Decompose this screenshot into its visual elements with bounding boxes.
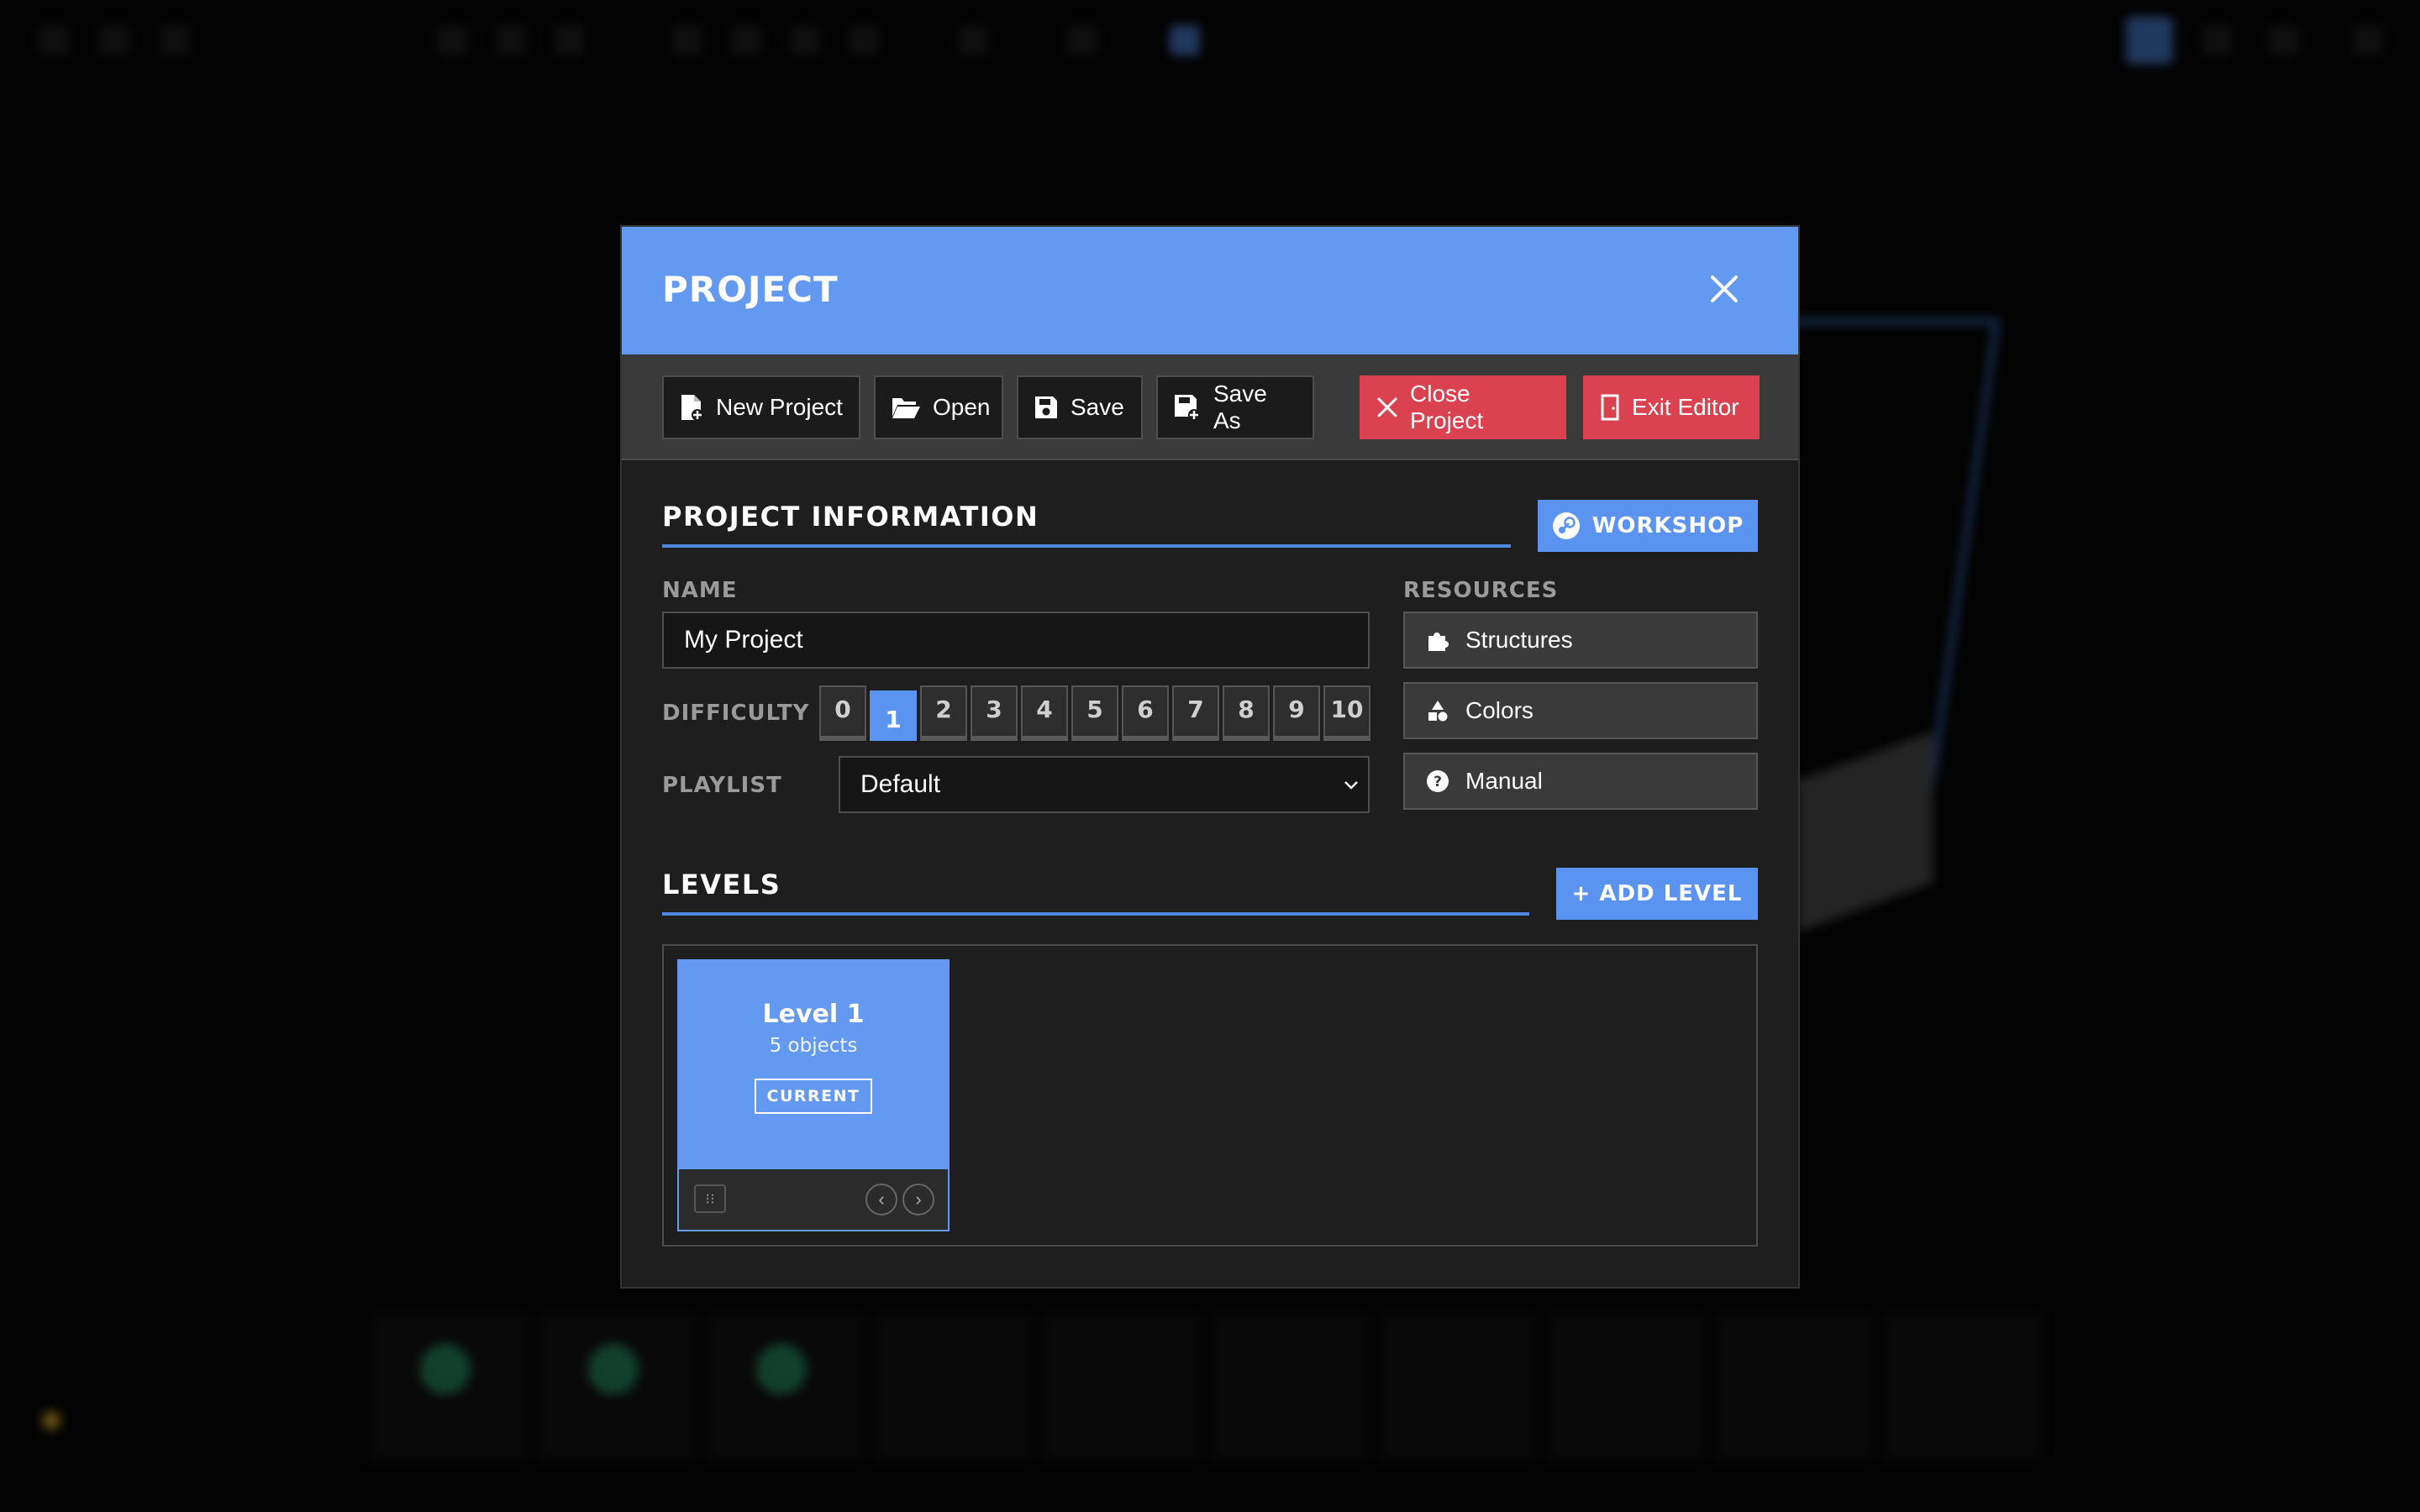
- difficulty-option-10[interactable]: 10: [1323, 685, 1370, 741]
- difficulty-option-9[interactable]: 9: [1273, 685, 1320, 741]
- difficulty-label: DIFFICULTY: [662, 701, 810, 726]
- dialog-header: PROJECT: [622, 227, 1798, 354]
- save-button[interactable]: Save: [1017, 375, 1143, 439]
- colors-label: Colors: [1465, 697, 1534, 723]
- save-as-label: Save As: [1213, 381, 1267, 433]
- difficulty-option-5[interactable]: 5: [1071, 685, 1118, 741]
- project-information-underline: [662, 544, 1511, 548]
- close-project-button[interactable]: Close Project: [1360, 375, 1566, 439]
- puzzle-icon: [1428, 633, 1449, 651]
- new-file-icon: [681, 395, 703, 421]
- steam-icon: [1552, 512, 1580, 539]
- difficulty-option-4[interactable]: 4: [1021, 685, 1068, 741]
- level-object-count: 5 objects: [769, 1035, 858, 1057]
- project-name-input[interactable]: My Project: [662, 612, 1370, 669]
- exit-editor-button[interactable]: Exit Editor: [1583, 375, 1760, 439]
- difficulty-option-2[interactable]: 2: [920, 685, 967, 741]
- move-left-button[interactable]: ‹: [865, 1184, 897, 1215]
- difficulty-option-1[interactable]: 1: [870, 690, 917, 741]
- difficulty-option-7[interactable]: 7: [1172, 685, 1219, 741]
- save-as-button[interactable]: Save As: [1156, 375, 1314, 439]
- new-project-label: New Project: [716, 394, 843, 420]
- save-as-icon: [1175, 395, 1200, 421]
- svg-text:?: ?: [1434, 774, 1442, 790]
- structures-label: Structures: [1465, 627, 1573, 653]
- difficulty-option-8[interactable]: 8: [1223, 685, 1270, 741]
- open-label: Open: [933, 394, 991, 420]
- structures-button[interactable]: Structures: [1403, 612, 1758, 669]
- shapes-icon: [1428, 701, 1448, 722]
- project-information-heading: PROJECT INFORMATION: [662, 501, 1039, 533]
- levels-heading: LEVELS: [662, 869, 781, 900]
- level-card-body: Level 1 5 objects CURRENT: [679, 961, 948, 1169]
- playlist-value: Default: [860, 770, 941, 798]
- playlist-label: PLAYLIST: [662, 773, 782, 798]
- difficulty-option-0[interactable]: 0: [819, 685, 866, 741]
- workshop-button[interactable]: WORKSHOP: [1538, 500, 1758, 552]
- open-button[interactable]: Open: [874, 375, 1003, 439]
- current-badge: CURRENT: [755, 1079, 872, 1114]
- difficulty-option-6[interactable]: 6: [1122, 685, 1169, 741]
- difficulty-option-3[interactable]: 3: [971, 685, 1018, 741]
- dialog-title: PROJECT: [662, 269, 839, 310]
- help-icon: ?: [1427, 770, 1449, 792]
- name-label: NAME: [662, 578, 738, 603]
- new-project-button[interactable]: New Project: [662, 375, 860, 439]
- close-project-label: Close Project: [1410, 381, 1484, 433]
- manual-label: Manual: [1465, 768, 1543, 794]
- colors-button[interactable]: Colors: [1403, 682, 1758, 739]
- close-icon: [1711, 276, 1738, 302]
- workshop-label: WORKSHOP: [1591, 513, 1744, 538]
- level-card-footer: ⁝⁝ ‹ ›: [679, 1169, 948, 1230]
- drag-handle-icon[interactable]: ⁝⁝: [694, 1184, 726, 1213]
- level-card[interactable]: Level 1 5 objects CURRENT ⁝⁝ ‹ ›: [677, 959, 950, 1231]
- move-right-button[interactable]: ›: [902, 1184, 934, 1215]
- add-level-button[interactable]: + ADD LEVEL: [1556, 868, 1758, 920]
- playlist-select[interactable]: Default: [839, 756, 1370, 813]
- door-exit-icon: [1601, 394, 1619, 421]
- levels-underline: [662, 912, 1529, 916]
- project-toolbar: New Project Open Save Save As Close Proj…: [622, 354, 1798, 460]
- level-name: Level 1: [762, 1000, 865, 1029]
- folder-open-icon: [892, 398, 920, 418]
- save-icon: [1035, 396, 1057, 418]
- resources-label: RESOURCES: [1403, 578, 1559, 603]
- close-dialog-button[interactable]: [1701, 265, 1748, 312]
- chevron-down-icon: [1344, 781, 1358, 790]
- save-label: Save: [1071, 394, 1124, 420]
- manual-button[interactable]: ? Manual: [1403, 753, 1758, 810]
- exit-editor-label: Exit Editor: [1632, 394, 1739, 420]
- x-icon: [1377, 397, 1397, 417]
